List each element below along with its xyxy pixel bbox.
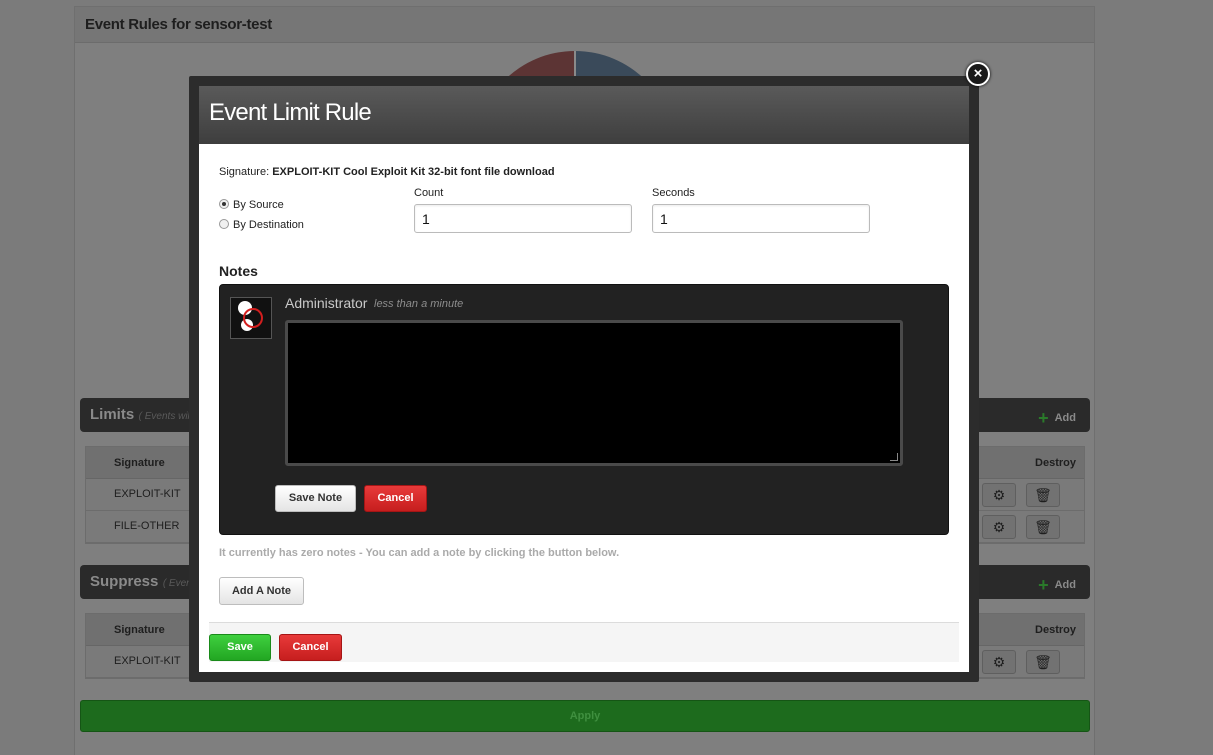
trash-icon[interactable]: 🗑 [1026, 483, 1060, 507]
limits-title: Limits [90, 406, 135, 423]
suppress-add-button[interactable]: + Add [1038, 575, 1076, 596]
avatar [230, 297, 272, 339]
note-time: less than a minute [374, 298, 464, 310]
by-destination-label: By Destination [233, 219, 304, 231]
notes-heading: Notes [219, 263, 258, 279]
note-textarea[interactable] [285, 320, 903, 466]
trash-icon[interactable]: 🗑 [1026, 650, 1060, 674]
note-author: Administrator [285, 295, 368, 311]
plus-icon: + [1038, 408, 1049, 428]
col-signature: Signature [114, 624, 165, 636]
suppress-title: Suppress [90, 573, 159, 590]
signature-value: EXPLOIT-KIT Cool Exploit Kit 32-bit font… [272, 166, 555, 178]
count-label: Count [414, 187, 444, 199]
dialog-body: Event Limit Rule Signature: EXPLOIT-KIT … [199, 86, 969, 672]
save-button[interactable]: Save [209, 634, 271, 661]
col-destroy: Destroy [1035, 457, 1076, 469]
col-destroy: Destroy [1035, 624, 1076, 636]
by-destination-radio[interactable] [219, 219, 229, 229]
notes-hint: It currently has zero notes - You can ad… [219, 547, 620, 559]
row-signature: EXPLOIT-KIT [114, 488, 181, 500]
seconds-label: Seconds [652, 187, 695, 199]
resize-grip-icon[interactable] [890, 453, 898, 461]
close-icon[interactable]: × [966, 62, 990, 86]
cancel-note-button[interactable]: Cancel [364, 485, 427, 512]
plus-icon: + [1038, 575, 1049, 595]
count-input[interactable] [414, 204, 632, 233]
page-header: Event Rules for sensor-test [75, 7, 1094, 43]
dialog-title: Event Limit Rule [209, 99, 372, 126]
dialog-header: Event Limit Rule [199, 86, 969, 144]
seconds-input[interactable] [652, 204, 870, 233]
gear-icon[interactable]: ⚙ [982, 650, 1016, 674]
by-destination-option[interactable]: By Destination [219, 219, 304, 231]
signature-label: Signature: [219, 166, 270, 178]
note-editor: Administrator less than a minute Save No… [219, 284, 949, 535]
trash-icon[interactable]: 🗑 [1026, 515, 1060, 539]
col-signature: Signature [114, 457, 165, 469]
cancel-button[interactable]: Cancel [279, 634, 342, 661]
page-title: Event Rules for sensor-test [85, 16, 272, 33]
row-signature: EXPLOIT-KIT [114, 655, 181, 667]
signature-line: Signature: EXPLOIT-KIT Cool Exploit Kit … [219, 166, 555, 178]
row-signature: FILE-OTHER [114, 520, 180, 532]
gear-icon[interactable]: ⚙ [982, 515, 1016, 539]
by-source-option[interactable]: By Source [219, 199, 284, 211]
by-source-radio[interactable] [219, 199, 229, 209]
save-note-button[interactable]: Save Note [275, 485, 356, 512]
apply-button[interactable]: Apply [80, 700, 1090, 732]
gear-icon[interactable]: ⚙ [982, 483, 1016, 507]
by-source-label: By Source [233, 199, 284, 211]
avatar-icon [238, 301, 263, 331]
event-limit-rule-dialog: Event Limit Rule Signature: EXPLOIT-KIT … [189, 76, 979, 682]
limits-add-button[interactable]: + Add [1038, 408, 1076, 429]
add-note-button[interactable]: Add A Note [219, 577, 304, 605]
